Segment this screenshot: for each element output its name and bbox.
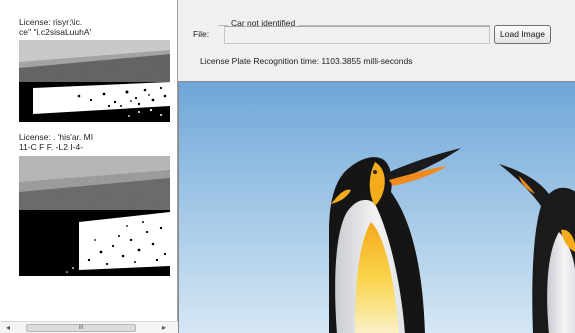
plate-2-license-line1: License: . 'his'ar. MI: [19, 132, 94, 142]
scroll-left-arrow-icon[interactable]: ◂: [2, 323, 14, 333]
plates-panel: License: risyr;\ic. ce'' "i.c2sisaLuuhA': [0, 0, 178, 333]
plate-1-license-line1: License: risyr;\ic.: [19, 17, 83, 27]
plate-2-license-line2: 11-C F F. -L2 I-4-: [19, 142, 84, 152]
scroll-thumb[interactable]: III: [26, 324, 136, 332]
plate-1-grayscale-image: [19, 40, 170, 82]
plate-1-binary-image: [19, 82, 170, 122]
plate-2-binary-image: [19, 210, 170, 276]
penguins-photo: [179, 82, 575, 333]
loaded-image-view: [178, 81, 575, 333]
plate-1-license-line2: ce'' "i.c2sisaLuuhA': [19, 27, 92, 37]
file-label: File:: [193, 29, 210, 39]
recognition-time-label: License Plate Recognition time: 1103.385…: [200, 56, 413, 66]
scroll-right-arrow-icon[interactable]: ▸: [158, 323, 170, 333]
load-image-button[interactable]: Load Image: [494, 25, 551, 44]
plate-2-grayscale-image: [19, 156, 170, 210]
horizontal-scrollbar[interactable]: ◂ III ▸: [0, 321, 178, 333]
file-path-field[interactable]: [224, 26, 490, 44]
